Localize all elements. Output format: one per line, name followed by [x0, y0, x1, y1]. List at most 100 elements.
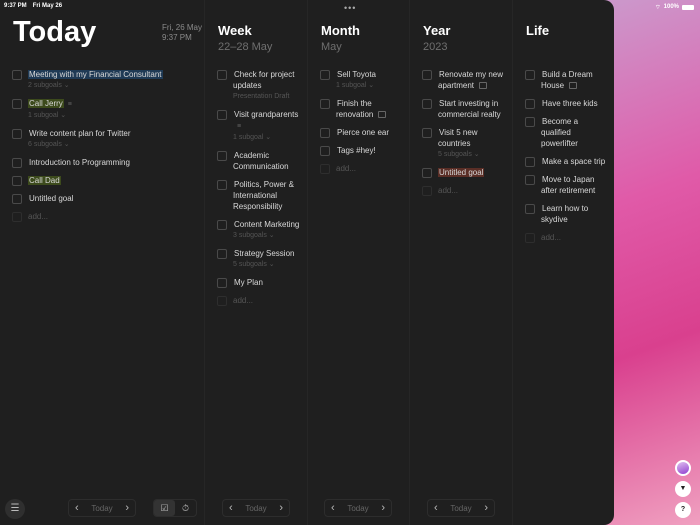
goal-checkbox[interactable]: [12, 99, 22, 109]
goal-item[interactable]: Pierce one ear: [320, 127, 403, 138]
goal-item[interactable]: Learn how to skydive: [525, 203, 608, 225]
goal-checkbox[interactable]: [12, 129, 22, 139]
add-goal[interactable]: add...: [320, 163, 403, 174]
goal-title[interactable]: My Plan: [233, 278, 264, 287]
goal-checkbox[interactable]: [217, 70, 227, 80]
goal-checkbox[interactable]: [525, 117, 535, 127]
goal-title[interactable]: Move to Japan after retirement: [541, 175, 596, 195]
checklist-icon[interactable]: ☑: [154, 500, 175, 516]
goal-title[interactable]: Learn how to skydive: [541, 204, 588, 224]
goal-subgoals[interactable]: 6 subgoals ⌄: [28, 139, 132, 150]
goal-subgoals[interactable]: 1 subgoal ⌄: [336, 80, 377, 91]
goal-item[interactable]: Become a qualified powerlifter: [525, 116, 608, 149]
goal-title[interactable]: Start investing in commercial realty: [438, 99, 502, 119]
goal-checkbox[interactable]: [320, 128, 330, 138]
goal-title[interactable]: Call Dad: [28, 176, 61, 185]
next-button[interactable]: ›: [484, 502, 488, 514]
goal-subgoals[interactable]: 2 subgoals ⌄: [28, 80, 163, 91]
goal-checkbox[interactable]: [525, 70, 535, 80]
goal-checkbox[interactable]: [217, 278, 227, 288]
goal-title[interactable]: Have three kids: [541, 99, 599, 108]
goal-checkbox[interactable]: [422, 99, 432, 109]
add-goal[interactable]: add...: [12, 211, 174, 222]
goal-checkbox[interactable]: [525, 175, 535, 185]
goal-item[interactable]: Untitled goal: [12, 193, 174, 204]
goal-title[interactable]: Visit 5 new countries: [438, 128, 478, 148]
goal-item[interactable]: Strategy Session 5 subgoals ⌄: [217, 248, 301, 270]
prev-button[interactable]: ‹: [434, 502, 438, 514]
goal-item[interactable]: Sell Toyota 1 subgoal ⌄: [320, 69, 403, 91]
goal-checkbox[interactable]: [525, 157, 535, 167]
goal-item[interactable]: Content Marketing 3 subgoals ⌄: [217, 219, 301, 241]
goal-title[interactable]: Finish the renovation: [336, 99, 374, 119]
today-button[interactable]: Today: [347, 504, 368, 513]
goal-checkbox[interactable]: [12, 176, 22, 186]
goal-item[interactable]: Visit 5 new countries 5 subgoals ⌄: [422, 127, 506, 160]
goal-subgoals[interactable]: 3 subgoals ⌄: [233, 230, 300, 241]
goal-subgoals[interactable]: 1 subgoal ⌄: [233, 132, 301, 143]
today-button[interactable]: Today: [450, 504, 471, 513]
next-button[interactable]: ›: [279, 502, 283, 514]
add-goal[interactable]: add...: [525, 232, 608, 243]
goal-checkbox[interactable]: [217, 110, 227, 120]
avatar-button[interactable]: [675, 460, 691, 476]
goal-item[interactable]: Introduction to Programming: [12, 157, 174, 168]
next-button[interactable]: ›: [125, 502, 129, 514]
goal-checkbox[interactable]: [320, 146, 330, 156]
goal-title[interactable]: Politics, Power & International Responsi…: [233, 180, 294, 211]
goal-subgoals[interactable]: 5 subgoals ⌄: [438, 149, 506, 160]
goal-title[interactable]: Call Jerry: [28, 99, 64, 108]
goal-checkbox[interactable]: [217, 220, 227, 230]
goal-title[interactable]: Content Marketing: [233, 220, 300, 229]
goal-title[interactable]: Tags #hey!: [336, 146, 377, 155]
add-label[interactable]: add...: [541, 232, 561, 243]
goal-item[interactable]: Call Dad: [12, 175, 174, 186]
goal-item[interactable]: Politics, Power & International Responsi…: [217, 179, 301, 212]
add-label[interactable]: add...: [28, 211, 48, 222]
goal-title[interactable]: Renovate my new apartment: [438, 70, 503, 90]
goal-item[interactable]: Tags #hey!: [320, 145, 403, 156]
goal-title[interactable]: Write content plan for Twitter: [28, 129, 132, 138]
goal-item[interactable]: Build a Dream House: [525, 69, 608, 91]
add-label[interactable]: add...: [438, 185, 458, 196]
goal-item[interactable]: Renovate my new apartment: [422, 69, 506, 91]
goal-title[interactable]: Untitled goal: [438, 168, 485, 177]
goal-checkbox[interactable]: [320, 70, 330, 80]
goal-item[interactable]: Visit grandparents ≡ 1 subgoal ⌄: [217, 109, 301, 143]
goal-title[interactable]: Build a Dream House: [541, 70, 593, 90]
goal-title[interactable]: Sell Toyota: [336, 70, 377, 79]
goal-checkbox[interactable]: [422, 128, 432, 138]
prev-button[interactable]: ‹: [229, 502, 233, 514]
goal-checkbox[interactable]: [12, 194, 22, 204]
goal-item[interactable]: Meeting with my Financial Consultant 2 su…: [12, 69, 174, 91]
goal-title[interactable]: Check for project updates: [233, 70, 294, 90]
goal-checkbox[interactable]: [422, 168, 432, 178]
goal-title[interactable]: Strategy Session: [233, 249, 295, 258]
goal-item[interactable]: Write content plan for Twitter 6 subgoals…: [12, 128, 174, 150]
goal-title[interactable]: Become a qualified powerlifter: [541, 117, 579, 148]
today-button[interactable]: Today: [245, 504, 266, 513]
goal-item[interactable]: Move to Japan after retirement: [525, 174, 608, 196]
help-button[interactable]: ?: [675, 502, 691, 518]
goal-item[interactable]: My Plan: [217, 277, 301, 288]
goal-item[interactable]: Untitled goal: [422, 167, 506, 178]
add-goal[interactable]: add...: [422, 185, 506, 196]
goal-checkbox[interactable]: [217, 180, 227, 190]
add-label[interactable]: add...: [233, 295, 253, 306]
add-label[interactable]: add...: [336, 163, 356, 174]
goal-item[interactable]: Call Jerry ≡ 1 subgoal ⌄: [12, 98, 174, 121]
goal-item[interactable]: Finish the renovation: [320, 98, 403, 120]
timer-icon[interactable]: ⏱: [175, 500, 196, 516]
prev-button[interactable]: ‹: [331, 502, 335, 514]
goal-title[interactable]: Introduction to Programming: [28, 158, 131, 167]
goal-title[interactable]: Untitled goal: [28, 194, 74, 203]
next-button[interactable]: ›: [381, 502, 385, 514]
goal-item[interactable]: Have three kids: [525, 98, 608, 109]
goal-item[interactable]: Academic Communication: [217, 150, 301, 172]
goal-subgoals[interactable]: 5 subgoals ⌄: [233, 259, 295, 270]
goal-item[interactable]: Make a space trip: [525, 156, 608, 167]
filter-button[interactable]: ▼: [675, 481, 691, 497]
goal-checkbox[interactable]: [525, 99, 535, 109]
goal-item[interactable]: Check for project updates Presentation Dr…: [217, 69, 301, 102]
goal-checkbox[interactable]: [217, 151, 227, 161]
